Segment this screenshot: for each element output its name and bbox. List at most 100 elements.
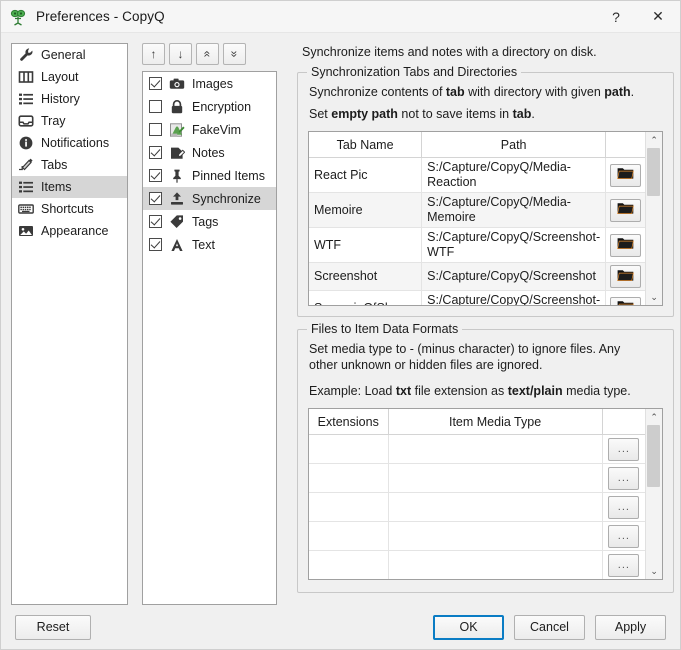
browse-folder-button[interactable] <box>610 233 642 257</box>
ok-button[interactable]: OK <box>433 614 504 640</box>
formats-scroll-up-icon[interactable]: ⌃ <box>646 409 662 425</box>
plugin-checkbox[interactable] <box>149 146 162 159</box>
close-button[interactable]: ✕ <box>636 1 680 32</box>
table-row[interactable]: ... <box>309 492 646 522</box>
plugin-checkbox[interactable] <box>149 192 162 205</box>
sidebar-item-general[interactable]: General <box>12 44 127 66</box>
sync-path[interactable]: S:/Capture/CopyQ/Screenshot-Shame <box>421 290 607 305</box>
sync-path[interactable]: S:/Capture/CopyQ/Media-Reaction <box>421 157 607 193</box>
plugin-intro-text: Synchronize items and notes with a direc… <box>302 45 597 59</box>
scroll-thumb[interactable] <box>647 148 661 196</box>
sync-table-scrollbar[interactable]: ⌃ ⌄ <box>645 132 663 305</box>
reset-button[interactable]: Reset <box>15 614 91 640</box>
scroll-down-icon[interactable]: ⌄ <box>646 289 662 305</box>
sync-path[interactable]: S:/Capture/CopyQ/Media-Memoire <box>421 192 607 228</box>
table-row[interactable]: ... <box>309 463 646 493</box>
browse-folder-button[interactable] <box>610 265 642 288</box>
format-options-button[interactable]: ... <box>608 553 640 577</box>
formats-table-body[interactable]: ............... <box>309 434 646 579</box>
sync-table[interactable]: Tab Name Path React Pic S:/Capture/CopyQ/M… <box>309 132 646 305</box>
cancel-button[interactable]: Cancel <box>514 614 585 640</box>
sync-tab-name[interactable]: ScreenieOfShame <box>309 290 423 305</box>
format-media-type[interactable] <box>388 521 603 551</box>
format-browse-cell: ... <box>602 463 646 493</box>
plugin-item-tags[interactable]: Tags <box>143 210 276 233</box>
move-up-button[interactable]: ↑ <box>142 43 165 65</box>
sync-col-header-0: Tab Name <box>309 132 423 158</box>
plugin-item-synchronize[interactable]: Synchronize <box>143 187 276 210</box>
formats-scroll-track[interactable] <box>646 425 663 563</box>
plugin-item-notes[interactable]: Notes <box>143 141 276 164</box>
table-row[interactable]: Memoire S:/Capture/CopyQ/Media-Memoire <box>309 192 646 228</box>
plugin-checkbox[interactable] <box>149 169 162 182</box>
table-row[interactable]: ScreenieOfShameS:/Capture/CopyQ/Screensh… <box>309 290 646 305</box>
plugin-checkbox[interactable] <box>149 77 162 90</box>
plugin-item-pinned-items[interactable]: Pinned Items <box>143 164 276 187</box>
formats-table-scrollbar[interactable]: ⌃ ⌄ <box>645 409 663 579</box>
table-row[interactable]: Screenshot S:/Capture/CopyQ/Screenshot <box>309 262 646 291</box>
format-options-button[interactable]: ... <box>608 495 640 519</box>
formats-scroll-down-icon[interactable]: ⌄ <box>646 563 662 579</box>
format-extension[interactable] <box>309 434 389 464</box>
sidebar-item-tray[interactable]: Tray <box>12 110 127 132</box>
table-row[interactable]: ... <box>309 550 646 579</box>
scroll-up-icon[interactable]: ⌃ <box>646 132 662 148</box>
sync-tab-name[interactable]: WTF <box>309 227 423 263</box>
sidebar-list[interactable]: General Layout History Tray Notifications Tab… <box>11 43 128 605</box>
plugin-checkbox[interactable] <box>149 123 162 136</box>
move-down-button[interactable]: ↓ <box>169 43 192 65</box>
format-extension[interactable] <box>309 550 389 579</box>
sidebar-item-shortcuts[interactable]: Shortcuts <box>12 198 127 220</box>
browse-folder-button[interactable] <box>610 198 642 222</box>
sync-path[interactable]: S:/Capture/CopyQ/Screenshot <box>421 262 607 291</box>
sidebar-item-tabs[interactable]: Tabs <box>12 154 127 176</box>
note-edit-icon <box>169 145 185 161</box>
table-row[interactable]: React Pic S:/Capture/CopyQ/Media-Reaction <box>309 157 646 193</box>
sidebar-item-appearance[interactable]: Appearance <box>12 220 127 242</box>
move-to-bottom-button[interactable]: » <box>223 43 246 65</box>
plugin-item-label: FakeVim <box>192 122 242 137</box>
format-extension[interactable] <box>309 521 389 551</box>
format-extension[interactable] <box>309 492 389 522</box>
move-to-top-button-glyph: « <box>200 50 215 58</box>
browse-folder-button[interactable] <box>610 296 642 305</box>
plugin-item-encryption[interactable]: Encryption <box>143 95 276 118</box>
plugin-item-label: Synchronize <box>192 191 261 206</box>
scroll-track[interactable] <box>646 148 663 289</box>
format-media-type[interactable] <box>388 550 603 579</box>
sync-group: Synchronization Tabs and Directories Syn… <box>297 65 675 317</box>
sidebar-item-items[interactable]: Items <box>12 176 127 198</box>
plugin-checkbox[interactable] <box>149 238 162 251</box>
sync-tab-name[interactable]: React Pic <box>309 157 423 193</box>
format-media-type[interactable] <box>388 434 603 464</box>
format-extension[interactable] <box>309 463 389 493</box>
format-options-button[interactable]: ... <box>608 437 640 461</box>
sidebar-item-notifications[interactable]: Notifications <box>12 132 127 154</box>
plugin-item-images[interactable]: Images <box>143 72 276 95</box>
format-options-button[interactable]: ... <box>608 466 640 490</box>
sync-path[interactable]: S:/Capture/CopyQ/Screenshot-WTF <box>421 227 607 263</box>
table-row[interactable]: ... <box>309 521 646 551</box>
table-row[interactable]: ... <box>309 434 646 464</box>
sync-tab-name[interactable]: Screenshot <box>309 262 423 291</box>
format-media-type[interactable] <box>388 492 603 522</box>
plugin-item-text[interactable]: Text <box>143 233 276 256</box>
plugin-checkbox[interactable] <box>149 100 162 113</box>
table-row[interactable]: WTF S:/Capture/CopyQ/Screenshot-WTF <box>309 227 646 263</box>
sidebar-item-history[interactable]: History <box>12 88 127 110</box>
sidebar-item-layout[interactable]: Layout <box>12 66 127 88</box>
move-down-button-glyph: ↓ <box>177 47 184 61</box>
plugin-checkbox[interactable] <box>149 215 162 228</box>
move-to-top-button[interactable]: « <box>196 43 219 65</box>
plugin-item-fakevim[interactable]: FakeVim <box>143 118 276 141</box>
sync-table-body[interactable]: React Pic S:/Capture/CopyQ/Media-Reaction… <box>309 157 646 305</box>
format-options-button[interactable]: ... <box>608 524 640 548</box>
help-button[interactable]: ? <box>596 1 636 32</box>
formats-scroll-thumb[interactable] <box>647 425 661 487</box>
plugin-list[interactable]: Images Encryption FakeVim Notes Pinned Items… <box>142 71 277 605</box>
formats-table[interactable]: Extensions Item Media Type ..............… <box>309 409 646 579</box>
browse-folder-button[interactable] <box>610 163 642 187</box>
format-media-type[interactable] <box>388 463 603 493</box>
apply-button[interactable]: Apply <box>595 614 666 640</box>
sync-tab-name[interactable]: Memoire <box>309 192 423 228</box>
